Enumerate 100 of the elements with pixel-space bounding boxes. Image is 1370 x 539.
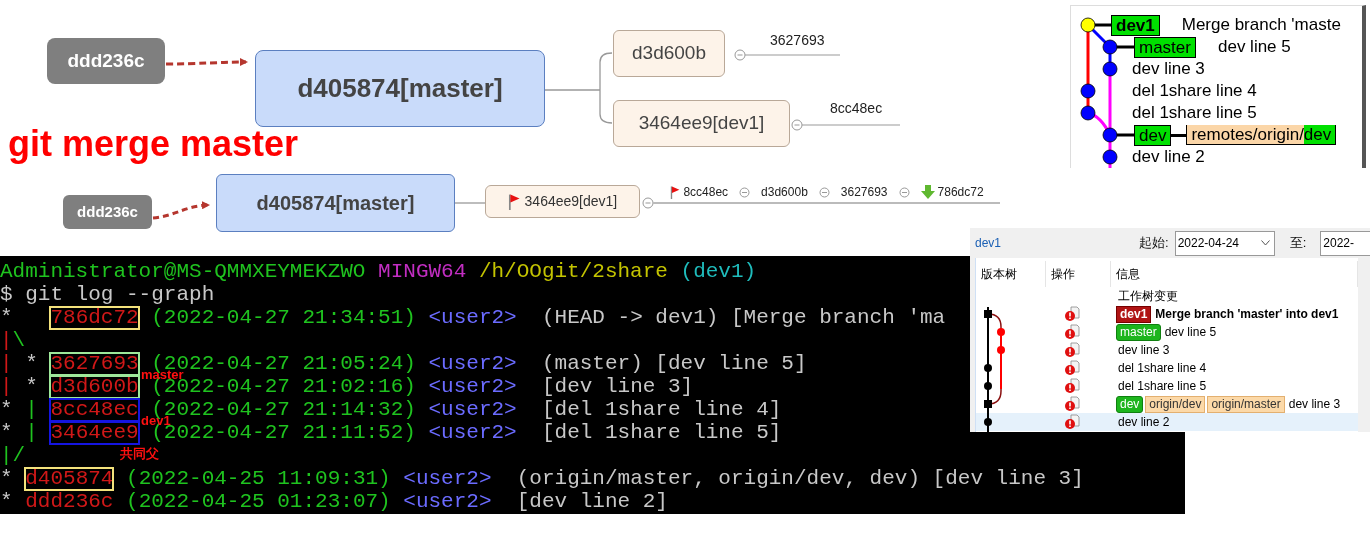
graph-lane: | [0,332,13,349]
graph-lane: \ [12,332,26,349]
graph-lane: * [0,309,14,326]
commit-hash: 3464ee9 [50,421,139,444]
author-name: <user2> [427,378,517,395]
log-text: [dev line 2] [515,493,668,510]
commit-label: 786dc72 [937,184,984,201]
log-text: $ git log --graph [0,286,215,303]
commit-label: 8cc48ec [830,99,883,118]
graph-lane: * [0,401,14,418]
graph-lane: | [0,378,13,395]
commit-node: d405874[master] [216,174,455,232]
commit-node: ddd236c [47,38,165,84]
commit-hash: 3627693 [50,352,139,375]
graph-lane: * [0,424,14,441]
commit-message: dev line 2 [1132,146,1205,168]
commit-message: dev line 5 [1164,324,1217,341]
commit-date: (2022-04-27 21:34:51) [150,309,416,326]
collapse-icon[interactable] [898,186,910,198]
commit-date: (2022-04-27 21:02:16) [151,378,416,395]
commit-label: 3627693 [770,31,825,50]
branch-name: (dev1) [679,263,757,280]
error-file-icon [1064,324,1080,340]
branch-tag: dev1 [1116,305,1152,323]
commit-node: d405874[master] [255,50,545,127]
field-label: 起始: [1139,234,1169,253]
commit-node: d3d600b [613,30,725,77]
branch-link[interactable]: dev1 [975,234,1002,252]
collapse-icon[interactable] [739,186,751,198]
commit-node: ddd236c [63,195,152,229]
collapse-icon[interactable] [642,197,654,209]
date-field[interactable]: 2022- [1320,230,1370,256]
commit-label: 3627693 [840,184,888,201]
log-text: [del 1share line 5] [540,424,782,441]
branch-tag: master [1116,323,1161,341]
branch-tag: master [1134,36,1196,58]
log-text: [dev line 3] [540,378,694,395]
log-text: (master) [dev line 5] [540,355,807,372]
commit-date: (2022-04-25 01:23:07) [125,493,391,510]
commit-message: dev line 3 [1132,58,1205,80]
chevron-down-icon [1260,240,1270,246]
annotation-label: master [141,372,184,378]
branch-connector [544,52,613,124]
error-file-icon [1064,306,1080,322]
collapse-icon[interactable] [734,49,746,61]
graph-lane: |/ [0,447,26,464]
branch-tag: dev [1134,124,1172,146]
commit-label: d3d600b [761,184,808,201]
commit-date: (2022-04-27 21:11:52) [151,424,416,441]
commit-node: 3464ee9[dev1] [485,185,640,218]
annotation-label: dev1 [141,418,171,424]
down-arrow-icon [920,185,935,199]
error-file-icon [1064,342,1080,358]
graph-lane: | [25,424,39,441]
error-file-icon [1064,360,1080,376]
commit-hash: d3d600b [50,375,139,398]
commit-message: del 1share line 5 [1118,378,1207,395]
branch-tag: dev [1116,395,1144,413]
author-name: <user2> [427,424,517,441]
path-text: /h/OOgit/2share [477,263,668,280]
commit-date: (2022-04-27 21:14:32) [151,401,416,418]
commit-date: (2022-04-25 11:09:31) [125,470,391,487]
commit-message: dev line 3 [1118,342,1170,359]
collapse-icon[interactable] [791,119,803,131]
log-text: [del 1share line 4] [540,401,782,418]
branch-tag: dev1 [1111,14,1160,36]
branch-connector [454,202,486,204]
collapse-icon[interactable] [818,186,830,198]
commit-node: 3464ee9[dev1] [613,100,790,147]
flag-icon [670,185,681,199]
error-file-icon [1064,378,1080,394]
log-text: (HEAD -> dev1) [Merge branch 'ma [540,309,946,326]
flag-icon [507,193,521,210]
field-label: 至: [1289,234,1307,253]
graph-lane: * [24,355,39,372]
graph-lane: * [0,470,14,487]
graph-lane: | [0,355,13,372]
commit-hash: 786dc72 [50,306,139,329]
commit-row[interactable]: dev line 2 [976,413,1358,431]
date-select[interactable]: 2022-04-24 [1174,230,1275,256]
dashed-arrow [152,201,210,220]
commit-hash: 8cc48ec [50,398,139,421]
commit-message: dev line 3 [1288,396,1341,413]
commit-message: Merge branch 'master' into dev1 [1155,306,1339,323]
commit-message: dev line 5 [1217,36,1291,58]
commit-label: 8cc48ec [683,184,729,201]
author-name: <user2> [402,493,492,510]
author-name: <user2> [402,470,492,487]
system-name: MINGW64 [377,263,467,280]
user-name: Administrator@MS-QMMXEYMEKZWO [0,263,366,280]
branch-tag: origin/master [1207,395,1285,413]
commit-message: del 1share line 5 [1132,102,1257,124]
author-name: <user2> [427,309,517,326]
graph-lane: * [0,493,14,510]
annotation-label: 共同父 [120,446,159,462]
commit-date: (2022-04-27 21:05:24) [151,355,416,372]
log-text: (origin/master, origin/dev, dev) [dev line 3] [515,470,1084,487]
commit-message: 工作树变更 [1118,288,1178,305]
commit-hash: d405874 [25,467,114,490]
error-file-icon [1064,414,1080,430]
